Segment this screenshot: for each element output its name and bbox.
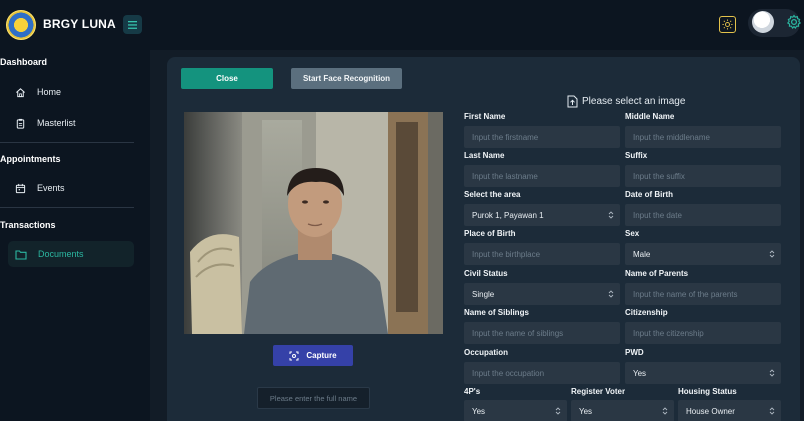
menu-toggle-button[interactable] (123, 15, 142, 34)
sidebar (0, 50, 150, 421)
sidebar-item-events[interactable]: Events (8, 175, 134, 201)
top-bar: BRGY LUNA (0, 0, 804, 50)
calendar-icon (15, 183, 26, 193)
four-ps-value: Yes (472, 406, 486, 416)
sidebar-item-label: Events (37, 183, 65, 193)
start-face-recognition-button[interactable]: Start Face Recognition (291, 68, 402, 89)
place-of-birth-label: Place of Birth (464, 229, 516, 238)
select-image-button[interactable]: Please select an image (567, 95, 685, 108)
gear-icon[interactable] (786, 14, 802, 30)
civil-status-label: Civil Status (464, 269, 508, 278)
civil-status-value: Single (472, 289, 495, 299)
section-label-dashboard: Dashboard (0, 57, 48, 67)
section-label-appointments: Appointments (0, 154, 61, 164)
sidebar-item-label: Masterlist (37, 118, 76, 128)
parents-field[interactable]: Input the name of the parents (625, 283, 781, 305)
housing-status-select[interactable]: House Owner (678, 400, 781, 421)
focus-icon (289, 351, 299, 360)
camera-image (184, 112, 443, 334)
suffix-field[interactable]: Input the suffix (625, 165, 781, 187)
brand-name: BRGY LUNA (43, 17, 116, 31)
file-upload-icon (567, 95, 578, 108)
citizenship-field[interactable]: Input the citizenship (625, 322, 781, 344)
middle-name-label: Middle Name (625, 112, 675, 121)
hamburger-icon (128, 20, 137, 29)
four-ps-select[interactable]: Yes (464, 400, 567, 421)
sidebar-item-documents[interactable]: Documents (8, 241, 134, 267)
first-name-field[interactable]: Input the firstname (464, 126, 620, 148)
civil-status-select[interactable]: Single (464, 283, 620, 305)
chevron-updown-icon (662, 407, 668, 415)
capture-label: Capture (306, 351, 337, 360)
siblings-field[interactable]: Input the name of siblings (464, 322, 620, 344)
last-name-label: Last Name (464, 151, 505, 160)
capture-button[interactable]: Capture (273, 345, 353, 366)
select-image-label: Please select an image (582, 96, 686, 107)
place-of-birth-field[interactable]: Input the birthplace (464, 243, 620, 265)
folder-icon (15, 249, 27, 260)
register-voter-label: Register Voter (571, 387, 626, 396)
parents-label: Name of Parents (625, 269, 689, 278)
date-of-birth-label: Date of Birth (625, 190, 673, 199)
sex-label: Sex (625, 229, 640, 238)
sidebar-divider (0, 207, 134, 208)
sidebar-item-label: Home (37, 87, 62, 97)
pwd-value: Yes (633, 368, 647, 378)
area-value: Purok 1, Payawan 1 (472, 210, 544, 220)
pwd-select[interactable]: Yes (625, 362, 781, 384)
occupation-field[interactable]: Input the occupation (464, 362, 620, 384)
theme-toggle-button[interactable] (719, 16, 736, 33)
first-name-label: First Name (464, 112, 506, 121)
chevron-updown-icon (769, 250, 775, 258)
barangay-logo (6, 10, 36, 40)
chevron-updown-icon (608, 211, 614, 219)
register-voter-select[interactable]: Yes (571, 400, 674, 421)
middle-name-field[interactable]: Input the middlename (625, 126, 781, 148)
sidebar-item-masterlist[interactable]: Masterlist (8, 110, 134, 136)
chevron-updown-icon (769, 407, 775, 415)
four-ps-label: 4P's (464, 387, 481, 396)
clipboard-icon (16, 118, 25, 129)
area-label: Select the area (464, 190, 521, 199)
sun-icon (722, 19, 733, 30)
chevron-updown-icon (555, 407, 561, 415)
sex-select[interactable]: Male (625, 243, 781, 265)
siblings-label: Name of Siblings (464, 308, 529, 317)
chevron-updown-icon (769, 369, 775, 377)
register-voter-value: Yes (579, 406, 593, 416)
camera-feed (184, 112, 443, 334)
housing-status-value: House Owner (686, 406, 735, 416)
area-select[interactable]: Purok 1, Payawan 1 (464, 204, 620, 226)
sidebar-item-home[interactable]: Home (8, 79, 134, 105)
sidebar-item-label: Documents (38, 249, 84, 259)
occupation-label: Occupation (464, 348, 509, 357)
suffix-label: Suffix (625, 151, 648, 160)
chevron-updown-icon (608, 290, 614, 298)
full-name-input[interactable]: Please enter the full name (257, 387, 370, 409)
housing-status-label: Housing Status (678, 387, 737, 396)
date-of-birth-field[interactable]: Input the date (625, 204, 781, 226)
home-icon (16, 87, 25, 97)
last-name-field[interactable]: Input the lastname (464, 165, 620, 187)
avatar[interactable] (752, 11, 774, 33)
close-button[interactable]: Close (181, 68, 273, 89)
sex-value: Male (633, 249, 651, 259)
citizenship-label: Citizenship (625, 308, 668, 317)
section-label-transactions: Transactions (0, 220, 56, 230)
sidebar-divider (0, 142, 134, 143)
pwd-label: PWD (625, 348, 644, 357)
